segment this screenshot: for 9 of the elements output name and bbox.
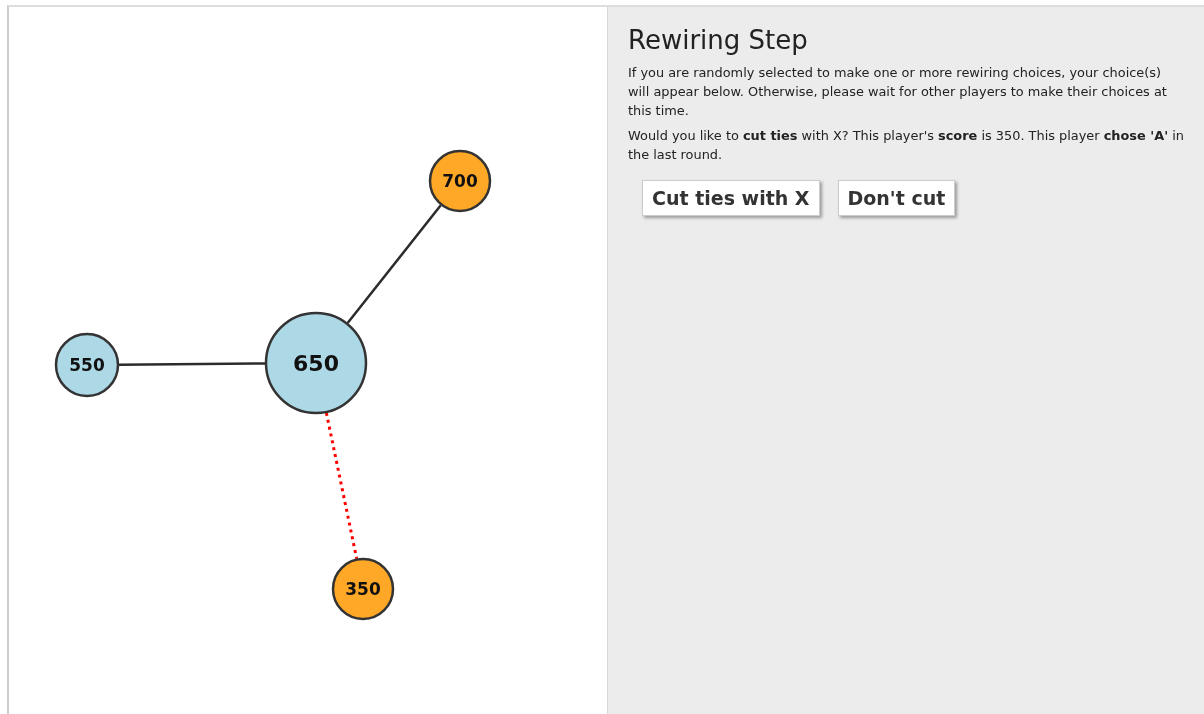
instruction-text: If you are randomly selected to make one or more rewiring choices, your choice(s) will appear below. Otherwise, please wait for other players to make their choices at this time. — [628, 64, 1168, 120]
choice-button[interactable]: Don't cut — [837, 180, 956, 216]
instruction-text: Would you like to cut ties with X? This player's score is 350. This player chose 'A' in the last round. — [628, 127, 1184, 164]
panel-title: Rewiring Step — [628, 25, 809, 55]
node-score: 650 — [293, 350, 339, 376]
node-score: 350 — [345, 579, 381, 599]
choice-button[interactable]: Cut ties with X — [642, 180, 820, 216]
node-score: 550 — [69, 355, 105, 375]
node-score: 700 — [442, 171, 478, 191]
